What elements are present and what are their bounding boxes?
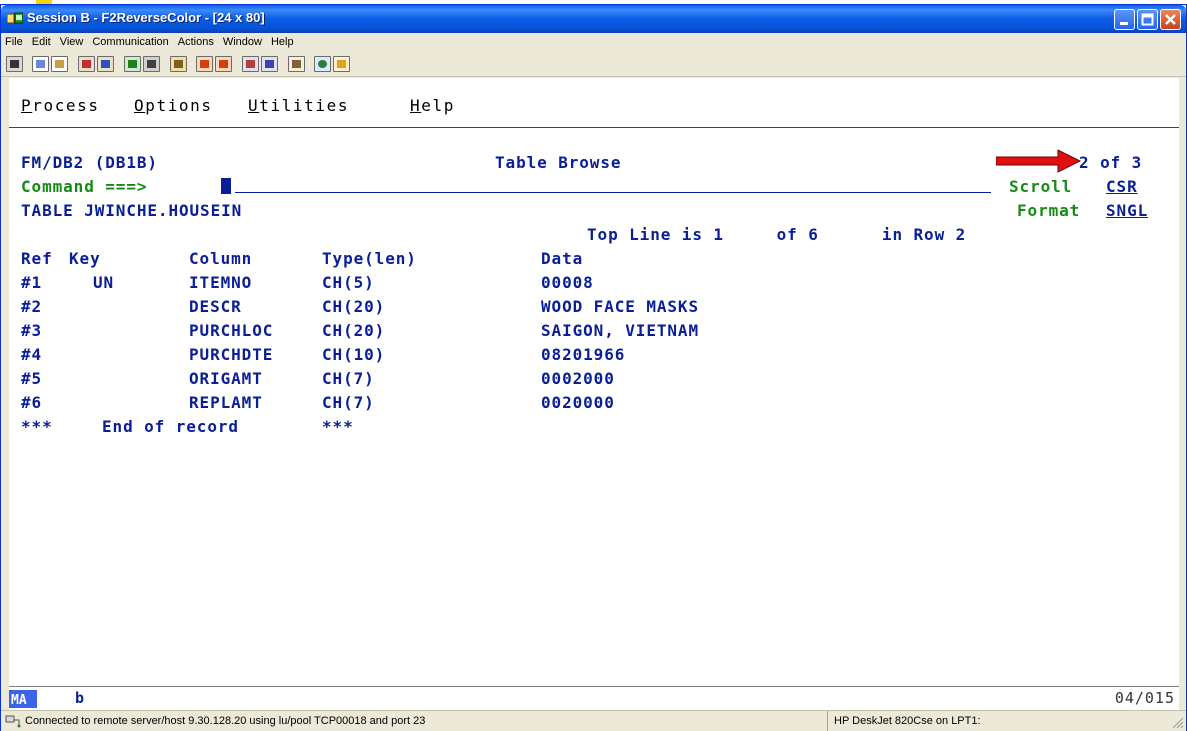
record-position: 2 of 3: [1079, 153, 1143, 172]
connection-icon: [5, 715, 21, 728]
panel-title: Table Browse: [495, 153, 622, 172]
row-ref: #5: [21, 369, 43, 388]
menu-edit[interactable]: Edit: [32, 36, 51, 48]
terminal-screen[interactable]: Process Options Utilities Help FM/DB2 (D…: [9, 78, 1179, 686]
row-column: ORIGAMT: [189, 369, 263, 388]
resize-grip-icon[interactable]: [1170, 715, 1184, 729]
pulldown-options[interactable]: Options: [134, 96, 213, 115]
pulldown-help[interactable]: Help: [410, 96, 455, 115]
row-type: CH(10): [322, 345, 386, 364]
row-ref: #3: [21, 321, 43, 340]
pulldown-process[interactable]: Process: [21, 96, 100, 115]
header-data: Data: [541, 249, 584, 268]
row-type: CH(20): [322, 297, 386, 316]
row-data[interactable]: 0020000: [541, 392, 615, 414]
top-line-info: Top Line is 1 of 6 in Row 2: [587, 225, 967, 244]
minimize-button[interactable]: [1114, 9, 1135, 30]
title-bar[interactable]: Session B - F2ReverseColor - [24 x 80]: [1, 5, 1186, 33]
operator-info-area: MA b 04/015: [9, 686, 1179, 710]
row-column: ITEMNO: [189, 273, 253, 292]
menu-window[interactable]: Window: [223, 36, 262, 48]
row-column: DESCR: [189, 297, 242, 316]
row-type: CH(7): [322, 393, 375, 412]
close-button[interactable]: [1160, 9, 1181, 30]
maximize-icon: [1141, 13, 1154, 26]
menu-bar: File Edit View Communication Actions Win…: [1, 33, 1186, 51]
maximize-button[interactable]: [1137, 9, 1158, 30]
row-data[interactable]: 08201966: [541, 344, 625, 366]
menu-view[interactable]: View: [60, 36, 84, 48]
scroll-label: Scroll: [1009, 177, 1073, 196]
row-type: CH(5): [322, 273, 375, 292]
menu-actions[interactable]: Actions: [178, 36, 214, 48]
transfer-up-icon[interactable]: [242, 56, 259, 72]
emulator-window: Session B - F2ReverseColor - [24 x 80] F…: [0, 4, 1187, 731]
header-key: Key: [69, 249, 101, 268]
pulldown-utilities[interactable]: Utilities: [248, 96, 349, 115]
record-macro-icon[interactable]: [196, 56, 213, 72]
end-of-record: End of record: [102, 417, 239, 436]
end-marker-right: ***: [322, 417, 354, 436]
paste-icon[interactable]: [51, 56, 68, 72]
display-icon[interactable]: [124, 56, 141, 72]
keypad-icon[interactable]: [143, 56, 160, 72]
row-ref: #2: [21, 297, 43, 316]
row-column: PURCHDTE: [189, 345, 274, 364]
receive-file-icon[interactable]: [97, 56, 114, 72]
menu-file[interactable]: File: [5, 36, 23, 48]
row-ref: #4: [21, 345, 43, 364]
row-ref: #1: [21, 273, 43, 292]
row-ref: #6: [21, 393, 43, 412]
row-column: PURCHLOC: [189, 321, 274, 340]
row-data[interactable]: SAIGON, VIETNAM: [541, 320, 699, 342]
play-macro-icon[interactable]: [215, 56, 232, 72]
send-file-icon[interactable]: [78, 56, 95, 72]
command-field-underline: [235, 192, 991, 193]
command-input[interactable]: [221, 178, 231, 194]
red-arrow-annotation: [996, 149, 1082, 173]
format-label: Format: [1017, 201, 1081, 220]
copy-icon[interactable]: [32, 56, 49, 72]
row-data[interactable]: WOOD FACE MASKS: [541, 296, 699, 318]
row-key: UN: [93, 273, 115, 292]
header-type: Type(len): [322, 249, 417, 268]
print-screen-icon[interactable]: [6, 56, 23, 72]
session-indicator: b: [75, 689, 85, 707]
toolbar: [1, 51, 1186, 77]
status-bar: Connected to remote server/host 9.30.128…: [1, 710, 1186, 731]
row-data[interactable]: 0002000: [541, 368, 615, 390]
format-field[interactable]: SNGL: [1106, 200, 1148, 222]
header-column: Column: [189, 249, 253, 268]
connection-status: Connected to remote server/host 9.30.128…: [25, 715, 426, 727]
macro-icon[interactable]: [170, 56, 187, 72]
command-label: Command ===>: [21, 177, 148, 196]
row-data[interactable]: 00008: [541, 272, 594, 294]
transfer-down-icon[interactable]: [261, 56, 278, 72]
header-ref: Ref: [21, 249, 53, 268]
cursor-position: 04/015: [1114, 689, 1175, 707]
row-type: CH(20): [322, 321, 386, 340]
globe-icon[interactable]: [314, 56, 331, 72]
row-column: REPLAMT: [189, 393, 263, 412]
printer-status: HP DeskJet 820Cse on LPT1:: [827, 711, 1157, 731]
end-marker-left: ***: [21, 417, 53, 436]
customize-icon[interactable]: [333, 56, 350, 72]
pulldown-menu: Process Options Utilities Help: [9, 78, 1179, 128]
minimize-icon: [1120, 22, 1128, 25]
scroll-field[interactable]: CSR: [1106, 176, 1138, 198]
row-type: CH(7): [322, 369, 375, 388]
menu-help[interactable]: Help: [271, 36, 294, 48]
session-icon: [7, 12, 23, 24]
table-name: TABLE JWINCHE.HOUSEIN: [21, 201, 243, 220]
clipboard-icon[interactable]: [288, 56, 305, 72]
panel-id: FM/DB2 (DB1B): [21, 153, 158, 172]
close-icon: [1165, 14, 1176, 25]
mode-indicator: MA: [9, 690, 37, 708]
menu-communication[interactable]: Communication: [92, 36, 168, 48]
window-title: Session B - F2ReverseColor - [24 x 80]: [27, 10, 265, 25]
